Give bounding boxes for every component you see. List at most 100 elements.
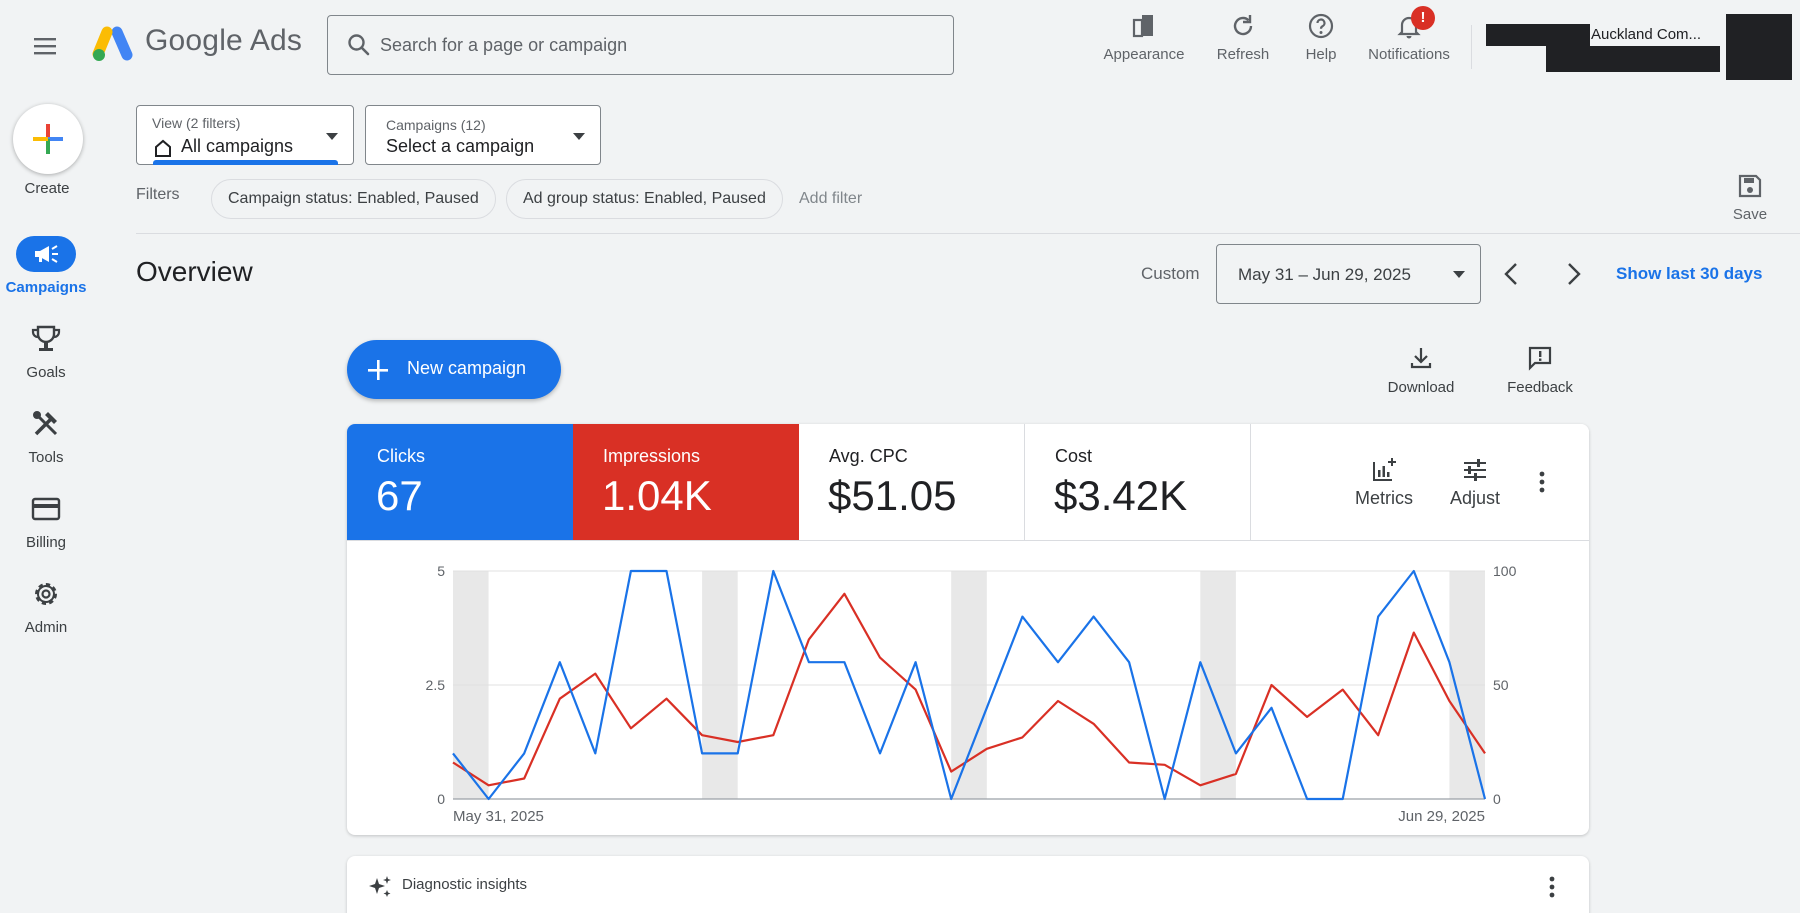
- chevron-down-icon: [326, 133, 338, 140]
- save-label: Save: [1732, 206, 1768, 223]
- search-box[interactable]: [327, 15, 954, 75]
- download-icon: [1410, 348, 1432, 369]
- active-tab-indicator: [153, 160, 338, 165]
- filter-chip-campaign-status[interactable]: Campaign status: Enabled, Paused: [211, 179, 496, 219]
- add-chart-icon: [1373, 458, 1396, 481]
- date-range-picker[interactable]: May 31 – Jun 29, 2025: [1216, 244, 1481, 304]
- chevron-down-icon: [1453, 271, 1465, 278]
- feedback-button[interactable]: Feedback: [1500, 345, 1580, 396]
- x-axis-start-label: May 31, 2025: [453, 808, 544, 825]
- metric-tile-impressions[interactable]: Impressions 1.04K: [573, 424, 799, 541]
- sidebar-item-tools[interactable]: Tools: [0, 407, 92, 466]
- divider: [136, 233, 1800, 234]
- create-button[interactable]: [13, 104, 83, 174]
- view-picker-value: All campaigns: [181, 136, 294, 156]
- metric-tile-cost[interactable]: Cost $3.42K: [1025, 424, 1251, 541]
- chevron-left-icon: [1504, 263, 1517, 285]
- next-period-button[interactable]: [1559, 258, 1587, 290]
- date-range-value: May 31 – Jun 29, 2025: [1238, 265, 1411, 284]
- right-axis-tick-label: 50: [1493, 677, 1509, 693]
- credit-card-icon: [31, 497, 61, 521]
- new-campaign-button[interactable]: New campaign: [347, 340, 561, 399]
- home-icon: [155, 139, 171, 157]
- metric-tile-clicks[interactable]: Clicks 67: [347, 424, 573, 541]
- more-vert-icon[interactable]: [1535, 469, 1549, 495]
- trophy-icon: [31, 325, 61, 351]
- google-ads-app: Google Ads Appearance Refresh Help Notif…: [0, 0, 1800, 913]
- appearance-icon: [1132, 15, 1153, 38]
- chevron-right-icon: [1568, 263, 1581, 285]
- diagnostic-insights-label: Diagnostic insights: [402, 876, 528, 893]
- sidebar-item-goals[interactable]: Goals: [0, 322, 92, 381]
- notifications-button[interactable]: Notifications: [1359, 12, 1459, 63]
- google-ads-logo-icon[interactable]: [91, 26, 133, 64]
- create-label: Create: [24, 180, 70, 197]
- search-input[interactable]: [380, 16, 940, 74]
- metric-name: Cost: [1055, 446, 1093, 466]
- view-picker[interactable]: View (2 filters) All campaigns: [136, 105, 354, 165]
- metric-name: Avg. CPC: [829, 446, 908, 466]
- sidebar-item-billing[interactable]: Billing: [0, 492, 92, 551]
- sparkle-icon: [369, 876, 391, 897]
- tools-icon: [33, 411, 58, 436]
- search-icon: [348, 34, 370, 56]
- menu-icon[interactable]: [30, 30, 62, 62]
- save-icon: [1738, 174, 1762, 198]
- refresh-icon: [1233, 15, 1253, 36]
- metrics-label: Metrics: [1355, 488, 1413, 508]
- metrics-button[interactable]: Metrics: [1347, 456, 1421, 509]
- metric-tile-avg-cpc[interactable]: Avg. CPC $51.05: [799, 424, 1025, 541]
- left-axis-tick-label: 2.5: [426, 677, 446, 693]
- adjust-button[interactable]: Adjust: [1443, 456, 1507, 509]
- performance-chart: 02.55050100May 31, 2025 Jun 29, 2025: [426, 563, 1517, 825]
- metric-tools: Metrics Adjust: [1251, 424, 1589, 541]
- download-button[interactable]: Download: [1380, 345, 1462, 396]
- save-button[interactable]: Save: [1728, 172, 1772, 223]
- help-label: Help: [1305, 46, 1337, 63]
- right-axis-tick-label: 100: [1493, 563, 1517, 579]
- sidebar-item-label: Goals: [26, 364, 66, 381]
- refresh-button[interactable]: Refresh: [1203, 12, 1283, 63]
- sidebar-item-campaigns[interactable]: Campaigns: [0, 236, 92, 296]
- metric-value: $3.42K: [1054, 472, 1188, 519]
- appearance-button[interactable]: Appearance: [1096, 12, 1192, 63]
- redacted-block: [1486, 24, 1590, 46]
- gear-icon: [35, 583, 57, 605]
- adjust-label: Adjust: [1449, 488, 1501, 508]
- tune-icon: [1464, 459, 1486, 481]
- feedback-label: Feedback: [1507, 379, 1573, 396]
- sidebar-item-label: Admin: [24, 619, 68, 636]
- diagnostic-insights-card[interactable]: Diagnostic insights: [347, 856, 1589, 913]
- left-axis-tick-label: 5: [437, 563, 445, 579]
- account-name[interactable]: Auckland Com...: [1591, 26, 1701, 43]
- refresh-label: Refresh: [1216, 46, 1270, 63]
- previous-period-button[interactable]: [1498, 258, 1526, 290]
- notifications-label: Notifications: [1368, 46, 1450, 63]
- metric-value: 1.04K: [602, 472, 712, 519]
- left-axis-tick-label: 0: [437, 791, 445, 807]
- sidebar-item-label: Billing: [25, 534, 67, 551]
- sidebar-item-label: Campaigns: [5, 279, 87, 296]
- add-filter-button[interactable]: Add filter: [799, 190, 862, 208]
- performance-card: Clicks 67 Impressions 1.04K Avg. CPC $51…: [347, 424, 1589, 835]
- campaign-picker-value: Select a campaign: [386, 136, 535, 156]
- show-last-30-days-link[interactable]: Show last 30 days: [1616, 264, 1762, 284]
- metric-value: 67: [376, 472, 423, 519]
- date-range-type-label: Custom: [1141, 264, 1200, 283]
- help-button[interactable]: Help: [1291, 12, 1351, 63]
- sidebar-item-admin[interactable]: Admin: [0, 577, 92, 636]
- x-axis-end-label: Jun 29, 2025: [1398, 808, 1485, 825]
- page-title: Overview: [136, 256, 253, 287]
- account-avatar[interactable]: [1726, 14, 1792, 80]
- filter-chip-ad-group-status[interactable]: Ad group status: Enabled, Paused: [506, 179, 783, 219]
- metric-value: $51.05: [828, 472, 957, 519]
- header-divider: [1471, 25, 1472, 69]
- notifications-badge: !: [1411, 6, 1435, 30]
- view-picker-caption: View (2 filters): [152, 115, 241, 131]
- more-vert-icon[interactable]: [1545, 874, 1559, 900]
- product-name: Google Ads: [145, 24, 303, 57]
- appearance-label: Appearance: [1103, 46, 1185, 63]
- sidebar-item-label: Tools: [28, 449, 64, 466]
- campaign-picker[interactable]: Campaigns (12) Select a campaign: [365, 105, 601, 165]
- feedback-icon: [1528, 346, 1552, 371]
